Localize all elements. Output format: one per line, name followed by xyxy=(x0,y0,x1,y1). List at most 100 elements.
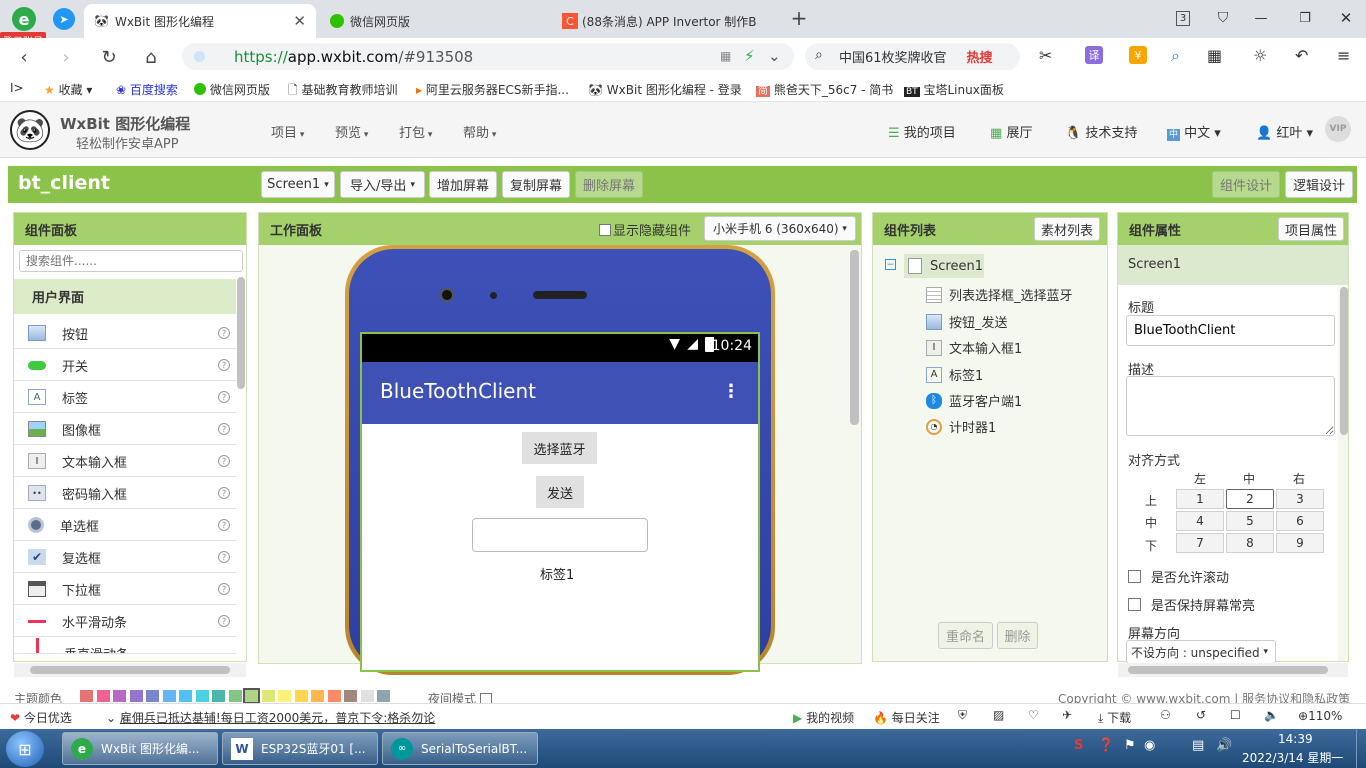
tab-count-icon[interactable]: 3 xyxy=(1176,11,1190,26)
theme-color-swatch[interactable] xyxy=(162,690,176,702)
rename-button[interactable]: 重命名 xyxy=(938,622,993,649)
new-tab-icon[interactable]: + xyxy=(787,6,811,30)
help-icon[interactable]: ? xyxy=(218,423,230,435)
navigate-icon[interactable]: ➤ xyxy=(53,8,75,30)
properties-scrollbar[interactable] xyxy=(1340,287,1348,435)
sougou-icon[interactable]: S xyxy=(1074,738,1083,753)
my-projects-link[interactable]: ☰ 我的项目 xyxy=(888,122,956,141)
volume-tray-icon[interactable]: 🔊 xyxy=(1216,738,1232,753)
help-icon[interactable]: ? xyxy=(218,615,230,627)
bookmark-teacher[interactable]: 🗋 基础教育教师培训 xyxy=(288,81,398,102)
palette-item-hslider[interactable]: 水平滑动条? xyxy=(14,606,236,637)
send-button[interactable]: 发送 xyxy=(536,476,584,508)
copy-screen-button[interactable]: 复制屏幕 xyxy=(502,171,570,198)
site-info-icon[interactable] xyxy=(194,51,205,62)
add-screen-button[interactable]: 增加屏幕 xyxy=(429,171,497,198)
rocket-icon[interactable]: ✈ xyxy=(1062,708,1072,722)
tree-item-label1[interactable]: A 标签1 xyxy=(926,365,983,384)
news-ticker[interactable]: ⌄ 雇佣兵已抵达基辅!每日工资2000美元，普京下令:格杀勿论 xyxy=(106,709,435,726)
sync-icon[interactable]: ↺ xyxy=(1196,708,1206,722)
theme-color-swatch[interactable] xyxy=(261,690,275,702)
palette-item-image[interactable]: 图像框? xyxy=(14,414,236,445)
network-tray-icon[interactable]: ▤ xyxy=(1192,738,1204,753)
theme-color-swatch[interactable] xyxy=(377,690,390,702)
heartbeat-icon[interactable]: ♡ xyxy=(1028,708,1039,722)
zoom-level[interactable]: ⊕110% xyxy=(1298,709,1342,723)
bookmark-aliyun[interactable]: ▸ 阿里云服务器ECS新手指... xyxy=(416,81,569,98)
theme-color-swatch[interactable] xyxy=(212,690,225,702)
show-hidden-toggle[interactable]: 显示隐藏组件 xyxy=(599,220,691,239)
tree-item-listpicker[interactable]: 列表选择框_选择蓝牙 xyxy=(926,285,1073,304)
lightning-icon[interactable]: ⚡ xyxy=(744,47,755,65)
tree-item-screen1[interactable]: Screen1 xyxy=(904,254,984,278)
help-icon[interactable]: ? xyxy=(218,519,230,531)
window-icon[interactable]: ☐ xyxy=(1230,708,1241,722)
align-cell-6[interactable]: 6 xyxy=(1276,511,1324,531)
description-textarea[interactable] xyxy=(1126,376,1335,436)
delete-component-button[interactable]: 删除 xyxy=(997,622,1038,649)
bookmark-jianshu[interactable]: 简 熊爸天下_56c7 - 简书 xyxy=(756,81,893,98)
align-cell-5[interactable]: 5 xyxy=(1226,511,1274,531)
align-cell-8[interactable]: 8 xyxy=(1226,533,1274,553)
help-icon[interactable]: ? xyxy=(218,391,230,403)
blocks-button[interactable]: 逻辑设计 xyxy=(1285,171,1353,198)
image-status-icon[interactable]: ▨ xyxy=(993,708,1004,722)
theme-color-swatch[interactable] xyxy=(113,690,126,702)
hot-search-badge[interactable]: 热搜 xyxy=(967,47,993,66)
keep-screen-on-toggle[interactable]: 是否保持屏幕常亮 xyxy=(1128,595,1255,614)
theme-color-swatch[interactable] xyxy=(195,690,209,702)
minimize-icon[interactable]: — xyxy=(1252,9,1270,27)
tree-item-bluetooth-client[interactable]: ᛒ 蓝牙客户端1 xyxy=(926,391,1022,410)
screen-select[interactable]: Screen1 ▾ xyxy=(261,171,335,198)
align-cell-4[interactable]: 4 xyxy=(1176,511,1224,531)
vip-icon[interactable]: VIP xyxy=(1325,116,1351,142)
palette-search-input[interactable] xyxy=(19,250,243,272)
theme-color-swatch[interactable] xyxy=(360,690,374,702)
theme-color-swatch[interactable] xyxy=(146,690,159,702)
today-picks[interactable]: ❤ 今日优选 xyxy=(10,709,72,726)
theme-color-swatch[interactable] xyxy=(278,690,291,702)
select-bluetooth-button[interactable]: 选择蓝牙 xyxy=(522,432,597,464)
phone-text-input[interactable] xyxy=(472,518,648,552)
shield-icon[interactable]: ¥ xyxy=(1129,46,1147,64)
theme-color-swatch[interactable] xyxy=(294,690,308,702)
apps-grid-icon[interactable]: ▦ xyxy=(1207,46,1222,65)
theme-color-swatch[interactable] xyxy=(344,690,357,702)
start-button[interactable]: ⊞ xyxy=(6,731,44,767)
taskbar-item-wxbit[interactable]: e WxBit 图形化编... xyxy=(62,732,218,765)
tab-wxbit[interactable]: 🐼 WxBit 图形化编程 ✕ xyxy=(84,4,316,38)
menu-project[interactable]: 项目 xyxy=(271,122,304,141)
viewer-scrollbar[interactable] xyxy=(850,250,859,425)
palette-item-radio[interactable]: 单选框? xyxy=(14,510,236,541)
palette-scrollbar[interactable] xyxy=(237,277,245,389)
close-window-icon[interactable]: ✕ xyxy=(1337,9,1355,27)
home-icon[interactable]: ⌂ xyxy=(140,46,162,68)
dropdown-icon[interactable]: ⌄ xyxy=(768,47,781,65)
align-cell-9[interactable]: 9 xyxy=(1276,533,1324,553)
delete-screen-button[interactable]: 删除屏幕 xyxy=(575,171,643,198)
tab-close-icon[interactable]: ✕ xyxy=(293,12,306,30)
menu-preview[interactable]: 预览 xyxy=(335,122,368,141)
brightness-icon[interactable]: ☼ xyxy=(1253,46,1267,65)
tree-item-button-send[interactable]: 按钮_发送 xyxy=(926,312,1008,331)
help-icon[interactable]: ? xyxy=(218,583,230,595)
import-export-button[interactable]: 导入/导出 ▾ xyxy=(340,171,425,198)
restore-icon[interactable]: ❐ xyxy=(1296,9,1314,27)
clock-date[interactable]: 2022/3/14 星期一 xyxy=(1242,749,1343,766)
theme-color-swatch[interactable] xyxy=(327,690,341,702)
properties-hscroll[interactable] xyxy=(1118,663,1348,677)
palette-item-label[interactable]: A 标签? xyxy=(14,382,236,413)
help-icon[interactable]: ? xyxy=(218,359,230,371)
palette-item-password[interactable]: •• 密码输入框? xyxy=(14,478,236,509)
tab-csdn[interactable]: C (88条消息) APP Invertor 制作B xyxy=(552,4,784,38)
theme-color-swatch[interactable] xyxy=(129,690,143,702)
palette-item-textbox[interactable]: I 文本输入框? xyxy=(14,446,236,477)
bookmark-wechat[interactable]: 微信网页版 xyxy=(194,81,270,98)
taskbar-item-word[interactable]: W ESP32S蓝牙01 [... xyxy=(222,732,378,765)
tab-wechat[interactable]: 微信网页版 xyxy=(320,4,545,38)
overflow-menu-icon[interactable]: ⋮ xyxy=(722,381,740,402)
bookmark-baidu[interactable]: ❀ 百度搜索 xyxy=(116,81,178,98)
collapse-icon[interactable]: − xyxy=(885,259,896,270)
palette-hscrollbar[interactable] xyxy=(14,663,246,677)
align-cell-1[interactable]: 1 xyxy=(1176,489,1224,509)
